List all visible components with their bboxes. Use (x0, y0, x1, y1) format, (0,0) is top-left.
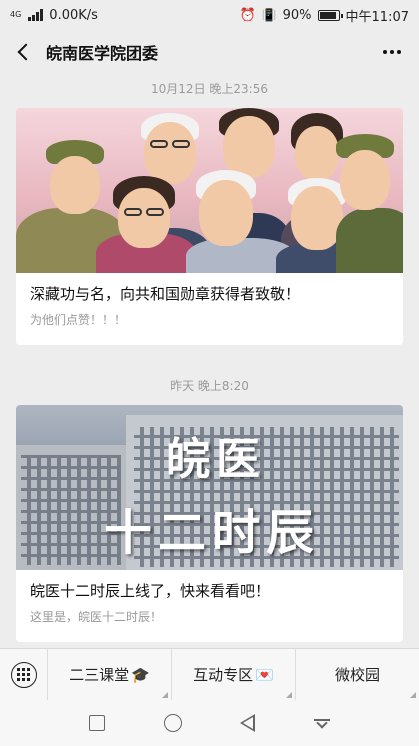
article-cover-image (16, 108, 403, 273)
article-cover-image: 皖医 十二时辰 (16, 405, 403, 570)
battery-percent: 90% (282, 7, 312, 23)
card-body: 深藏功与名，向共和国勋章获得者致敬！ 为他们点赞！！！ (16, 273, 403, 328)
custom-menu-bar: 二三课堂 🎓 互动专区 💌 微校园 (0, 648, 419, 701)
signal-icon (28, 9, 44, 21)
system-back-icon[interactable] (240, 714, 256, 732)
menu-item-classroom[interactable]: 二三课堂 🎓 (48, 648, 172, 701)
menu-item-interaction[interactable]: 互动专区 💌 (172, 648, 296, 701)
status-time: 中午11:07 (345, 9, 409, 25)
article-title[interactable]: 深藏功与名，向共和国勋章获得者致敬！ (30, 283, 389, 305)
cover-title-line2: 十二时辰 (104, 505, 321, 561)
status-right: ⏰ 📳 90% 中午11:07 (239, 6, 409, 25)
menu-item-campus[interactable]: 微校园 (296, 649, 419, 701)
battery-icon (317, 9, 343, 21)
page-title: 皖南医学院团委 (46, 44, 159, 63)
cover-title-line1: 皖医 (166, 434, 266, 485)
menu-item-label: 互动专区 (193, 666, 254, 684)
article-card[interactable]: 皖医 十二时辰 皖医十二时辰上线了，快来看看吧！ 这里是，皖医十二时辰！ (16, 405, 403, 642)
status-left: 4G 0.00K/s (10, 8, 98, 23)
back-arrow-icon[interactable] (17, 43, 35, 61)
nav-bar: 皖南医学院团委 (0, 30, 419, 74)
article-title[interactable]: 皖医十二时辰上线了，快来看看吧！ (30, 580, 389, 602)
menu-item-label: 二三课堂 (69, 666, 130, 684)
message-timestamp: 昨天 晚上8:20 (170, 379, 249, 393)
menu-item-label: 微校园 (334, 666, 380, 684)
submenu-indicator-icon (410, 691, 416, 698)
keyboard-icon (10, 661, 37, 688)
status-bar: 4G 0.00K/s ⏰ 📳 90% 中午11:07 (0, 0, 419, 30)
network-speed: 0.00K/s (49, 7, 98, 23)
love-letter-icon: 💌 (255, 665, 274, 684)
alarm-icon: ⏰ (239, 7, 256, 23)
graduation-cap-icon: 🎓 (131, 665, 150, 684)
keyboard-toggle-button[interactable] (0, 648, 48, 701)
message-timestamp: 10月12日 晚上23:56 (151, 82, 268, 96)
vibrate-icon: 📳 (261, 8, 277, 22)
card-body: 皖医十二时辰上线了，快来看看吧！ 这里是，皖医十二时辰！ (16, 570, 403, 625)
article-summary: 为他们点赞！！！ (30, 313, 127, 327)
more-icon[interactable] (383, 50, 401, 54)
article-card[interactable]: 深藏功与名，向共和国勋章获得者致敬！ 为他们点赞！！！ (16, 108, 403, 345)
system-nav-bar (0, 700, 419, 746)
submenu-indicator-icon (162, 691, 168, 698)
recent-apps-icon[interactable] (89, 715, 106, 731)
home-icon[interactable] (163, 714, 182, 732)
submenu-indicator-icon (286, 691, 292, 698)
network-type: 4G (10, 10, 22, 19)
notification-pulldown-icon[interactable] (313, 717, 330, 729)
article-summary: 这里是，皖医十二时辰！ (30, 610, 163, 624)
